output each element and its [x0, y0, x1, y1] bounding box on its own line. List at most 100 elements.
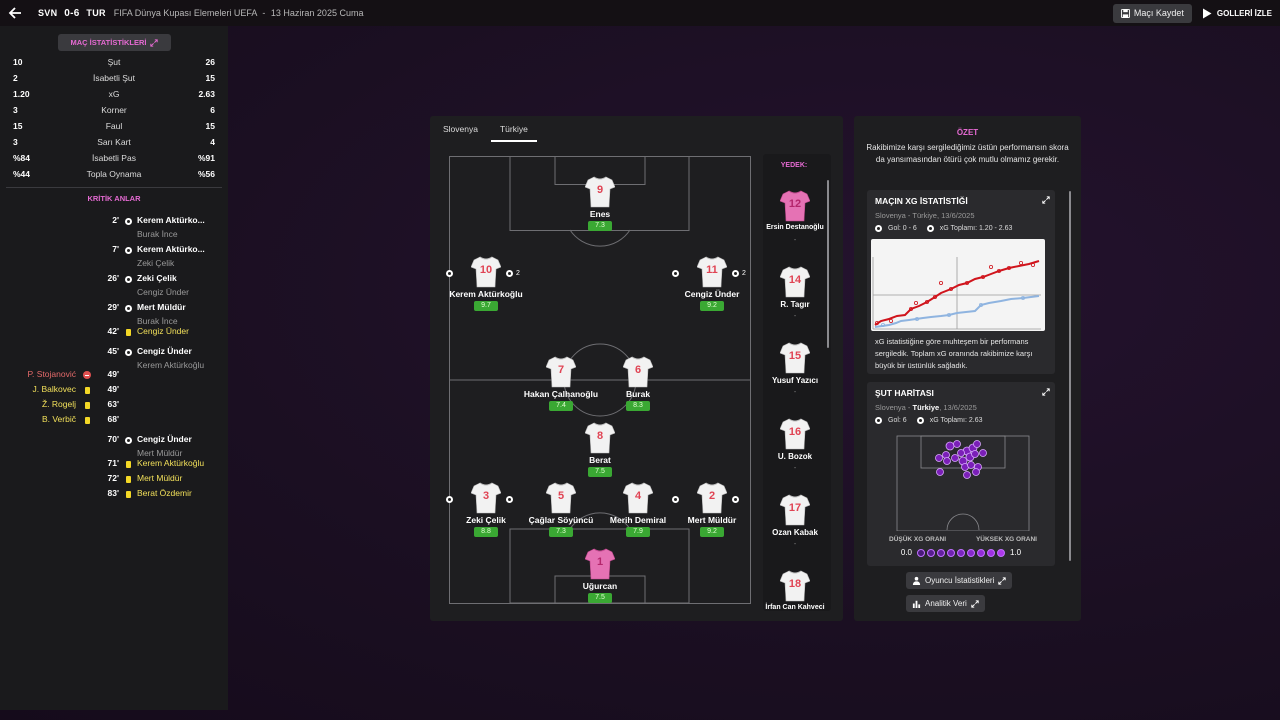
bench-title: YEDEK: [780, 162, 808, 169]
competition-info: FIFA Dünya Kupası Elemeleri UEFA - 13 Ha… [114, 8, 364, 18]
shirt-number: 14 [788, 274, 802, 286]
player-11[interactable]: 11 2 Cengiz Ünder 9.2 [662, 256, 762, 314]
scale-dot [917, 548, 925, 557]
bench-player-15[interactable]: 15 Yusuf Yazıcı - [763, 342, 827, 412]
summary-text: Rakibimize karşı sergilediğimiz üstün pe… [866, 143, 1069, 164]
event-assist: Zeki Çelik [137, 258, 175, 268]
goal-ball-icon [446, 496, 453, 503]
lineup-panel: Slovenya Türkiye 9 Enes 7.3 10 2 Kerem Aktürk… [430, 116, 843, 621]
shirt-number: 11 [706, 264, 718, 276]
match-stats-button[interactable]: MAÇ İSTATİSTİKLERİ [58, 34, 171, 51]
shot-map-subtitle: Slovenya - Türkiye, 13/6/2025 [875, 403, 977, 412]
tab-slovenya[interactable]: Slovenya [430, 116, 487, 142]
event-minute: 26' [107, 273, 119, 283]
ball-icon [123, 245, 133, 255]
back-button[interactable] [0, 0, 30, 26]
expand-icon[interactable] [1042, 196, 1050, 204]
event-player: J. Balkovec [32, 384, 76, 394]
bench-player-18[interactable]: 18 İrfan Can Kahveci [763, 570, 827, 611]
scale-dot [977, 548, 985, 557]
expand-icon[interactable] [1042, 388, 1050, 396]
bench-player-rating: - [793, 465, 797, 472]
stat-away-value: %56 [197, 169, 215, 179]
xg-timeline-chart [871, 239, 1045, 331]
player-rating: 7.5 [588, 593, 612, 603]
stat-away-value: 26 [205, 57, 215, 67]
shirt-icon: 5 [545, 482, 577, 514]
key-moments-title: KRİTİK ANLAR [87, 194, 141, 203]
player-6[interactable]: 6 Burak 8.3 [588, 356, 688, 414]
ball-icon [875, 225, 882, 232]
bench-panel: YEDEK: 12 Ersin Destanoğlu - 14 R. Tagır - 15 Y… [763, 154, 831, 611]
event-player: Kerem Aktürkoğlu [137, 458, 205, 468]
pitch: 9 Enes 7.3 10 2 Kerem Aktürkoğlu 9.7 11 2 Cengiz … [446, 156, 751, 606]
tab-turkiye[interactable]: Türkiye [487, 116, 537, 142]
event-minute: 42' [107, 326, 119, 336]
bench-scrollbar[interactable] [827, 180, 829, 348]
stat-home-value: 15 [13, 121, 23, 131]
xg-icon [926, 225, 934, 232]
player-stats-button[interactable]: Oyuncu İstatistikleri [906, 572, 1013, 589]
goal-ball-icon [672, 270, 679, 277]
player-rating: 8.3 [626, 401, 650, 411]
watch-goals-button[interactable]: GOLLERİ İZLE [1202, 8, 1272, 19]
shot-map-subtitle-suffix: , 13/6/2025 [939, 403, 977, 412]
match-date: 13 Haziran 2025 Cuma [270, 8, 364, 18]
stat-label: Şut [107, 57, 121, 67]
shirt-number: 2 [708, 490, 716, 502]
goal-count-value: 2 [516, 270, 520, 277]
key-moment-card[interactable]: Ž. Rogelj [0, 399, 92, 413]
player-8[interactable]: 8 Berat 7.5 [550, 422, 650, 480]
goal-count-value: 2 [742, 270, 746, 277]
bench-player-16[interactable]: 16 U. Bozok - [763, 418, 827, 488]
shirt-icon: 15 [779, 342, 811, 374]
xg-card-title: MAÇIN XG İSTATİSTİĞİ [875, 196, 968, 206]
event-minute: 71' [107, 458, 119, 468]
shirt-number: 18 [788, 578, 802, 590]
divider [6, 187, 222, 188]
xg-card[interactable]: MAÇIN XG İSTATİSTİĞİ Slovenya - Türkiye,… [867, 190, 1055, 374]
bench-player-name: R. Tagır [780, 300, 810, 309]
event-player: Cengiz Ünder [137, 326, 189, 336]
shirt-number: 15 [788, 350, 802, 362]
event-assist: Mert Müldür [137, 448, 183, 458]
key-moment-red-card[interactable]: P. Stojanović [0, 369, 92, 383]
analytics-label: Analitik Veri [925, 599, 967, 608]
key-moment-card[interactable]: B. Verbič [0, 414, 92, 428]
event-scorer: Mert Müldür [137, 302, 186, 312]
shot-map-card[interactable]: ŞUT HARİTASI Slovenya - Türkiye, 13/6/20… [867, 382, 1055, 566]
stat-away-value: %91 [197, 153, 215, 163]
player-name: Enes [589, 209, 611, 219]
event-scorer: Zeki Çelik [137, 273, 177, 283]
stat-row: 1.20 xG 2.63 [13, 86, 215, 102]
player-rating: 9.7 [474, 301, 498, 311]
yellow-card-icon [123, 327, 133, 337]
match-score: SVN 0-6 TUR [38, 8, 106, 19]
key-moment-card[interactable]: J. Balkovec [0, 384, 92, 398]
bench-player-14[interactable]: 14 R. Tagır - [763, 266, 827, 336]
goal-ball-icon [672, 496, 679, 503]
analytics-button[interactable]: Analitik Veri [906, 595, 985, 612]
goalkeeper-shirt-icon: 1 [584, 548, 616, 580]
save-match-button[interactable]: Maçı Kaydet [1112, 3, 1192, 23]
bench-player-12[interactable]: 12 Ersin Destanoğlu - [763, 190, 827, 260]
player-9[interactable]: 9 Enes 7.3 [550, 176, 650, 234]
stat-home-value: 10 [13, 57, 23, 67]
stat-away-value: 15 [205, 121, 215, 131]
summary-scrollbar[interactable] [1069, 191, 1071, 561]
xg-card-goals: Gol: 0 - 6 [888, 225, 917, 232]
shirt-icon: 9 [584, 176, 616, 208]
bench-player-17[interactable]: 17 Ozan Kabak - [763, 494, 827, 564]
stat-home-value: 1.20 [13, 89, 30, 99]
home-team-abbr: SVN [38, 7, 58, 18]
player-1[interactable]: 1 Uğurcan 7.5 [550, 548, 650, 606]
shirt-icon: 3 [470, 482, 502, 514]
stat-label: Topla Oynama [86, 169, 142, 179]
player-rating: 7.5 [588, 467, 612, 477]
shot-map-subtitle-team: Türkiye [912, 403, 940, 412]
shirt-number: 16 [788, 426, 802, 438]
player-10[interactable]: 10 2 Kerem Aktürkoğlu 9.7 [436, 256, 536, 314]
yellow-card-icon [82, 385, 92, 395]
player-2[interactable]: 2 Mert Müldür 9.2 [662, 482, 762, 540]
shot-markers [935, 440, 987, 479]
